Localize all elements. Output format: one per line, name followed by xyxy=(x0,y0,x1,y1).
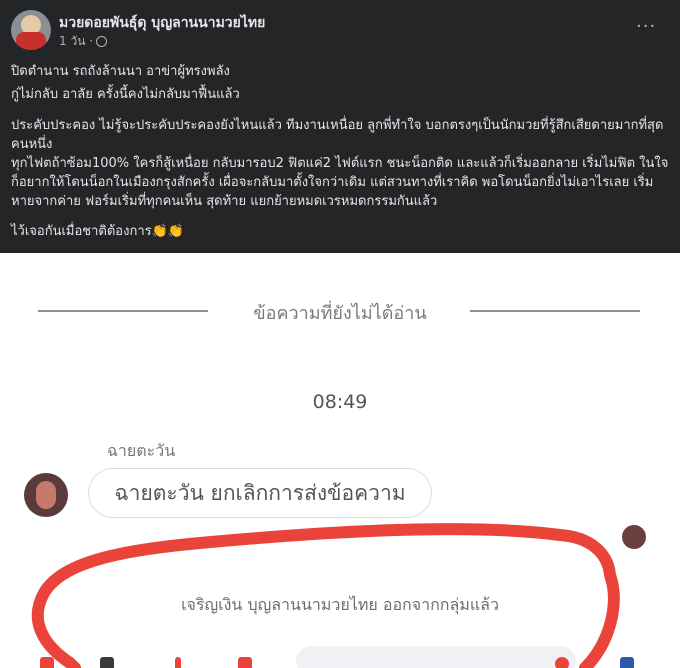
author-name[interactable]: มวยดอยพันธุ์ดุ บุญลานนามวยไทย xyxy=(59,12,265,34)
red-annotation-circle xyxy=(31,523,620,668)
screenshot-image[interactable]: ข้อความที่ยังไม่ได้อ่าน 08:49 ฉายตะวัน ฉ… xyxy=(0,253,680,668)
post-header: มวยดอยพันธุ์ดุ บุญลานนามวยไทย 1 วัน · ··… xyxy=(0,0,680,56)
post-paragraph-closing: ไว้เจอกันเมื่อชาติต้องการ👏👏 xyxy=(11,224,184,239)
more-options-icon[interactable]: ··· xyxy=(636,16,656,37)
post-body: ปิดตำนาน รถถังล้านนา อาข่าผู้ทรงพลัง กู่… xyxy=(11,62,671,241)
author-avatar[interactable] xyxy=(11,10,51,50)
clapping-hands-icon: 👏👏 xyxy=(151,224,184,239)
post-paragraph: ปิดตำนาน รถถังล้านนา อาข่าผู้ทรงพลัง xyxy=(11,64,230,79)
post-meta: 1 วัน · xyxy=(59,32,108,51)
post-paragraph: กู่ไม่กลับ อาลัย ครั้งนี้คงไม่กลับมาฟื้น… xyxy=(11,87,240,102)
post-paragraph: ประคับประคอง ไม่รู้จะประคับประคองยังไหนแ… xyxy=(11,118,669,209)
post-time[interactable]: 1 วัน · xyxy=(59,32,93,51)
globe-icon xyxy=(96,36,108,47)
